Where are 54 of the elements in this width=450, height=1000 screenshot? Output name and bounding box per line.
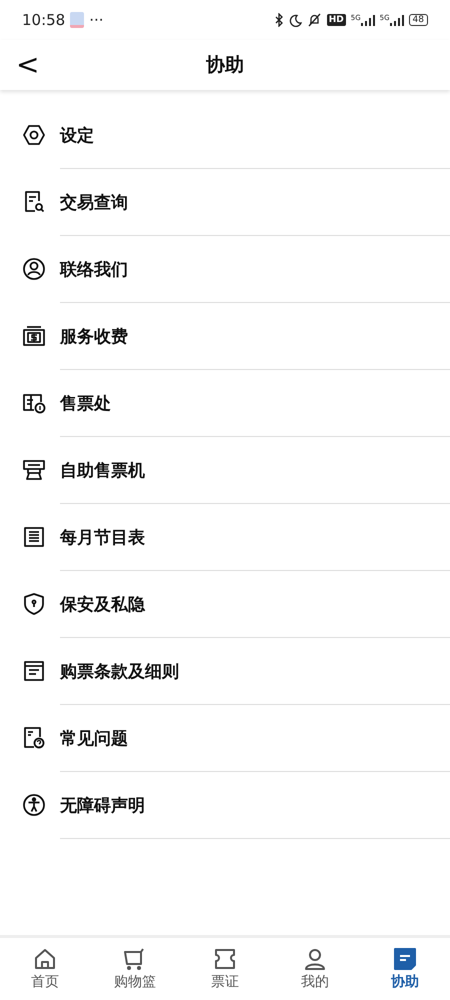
menu-item[interactable]: 售票处: [60, 370, 450, 437]
tab[interactable]: 协助: [360, 938, 450, 1000]
menu-item-label: 设定: [60, 124, 94, 146]
document-search-icon: [22, 190, 46, 214]
signal-icon: [360, 14, 375, 26]
menu-item-label: 每月节目表: [60, 526, 145, 548]
app-icon: [70, 12, 84, 28]
menu-item[interactable]: 每月节目表: [60, 504, 450, 571]
kiosk-icon: [22, 458, 46, 482]
person-circle-icon: [22, 257, 46, 281]
document-question-icon: [22, 726, 46, 750]
menu-item-label: 购票条款及细则: [60, 660, 179, 682]
menu-item-label: 保安及私隐: [60, 594, 145, 616]
bluetooth-icon: [274, 13, 284, 27]
menu-item[interactable]: 常见问题: [60, 705, 450, 772]
tab[interactable]: 购物篮: [90, 938, 180, 1000]
menu-item[interactable]: 自助售票机: [60, 437, 450, 504]
ticket-coin-icon: [22, 391, 46, 415]
menu-item-label: 服务收费: [60, 326, 128, 348]
menu-item-label: 无障碍声明: [60, 794, 145, 816]
menu-item[interactable]: 无障碍声明: [60, 772, 450, 839]
menu-item[interactable]: 设定: [60, 102, 450, 169]
menu-item[interactable]: 交易查询: [60, 169, 450, 236]
menu-item[interactable]: 购票条款及细则: [60, 638, 450, 705]
help-icon: [393, 947, 417, 971]
accessibility-icon: [22, 793, 46, 817]
status-time: 10:58: [22, 11, 66, 29]
money-box-icon: [22, 324, 46, 348]
battery-indicator: 48: [408, 14, 428, 26]
person-icon: [303, 947, 327, 971]
more-indicator: ···: [89, 11, 104, 29]
menu-item[interactable]: 服务收费: [60, 303, 450, 370]
menu-item[interactable]: 联络我们: [60, 236, 450, 303]
menu-item-label: 联络我们: [60, 258, 128, 280]
tab[interactable]: 首页: [0, 938, 90, 1000]
muted-bell-icon: [306, 13, 322, 27]
list-icon: [22, 525, 46, 549]
page-title: 协助: [206, 53, 244, 78]
moon-icon: [288, 14, 302, 26]
menu-item[interactable]: 保安及私隐: [60, 571, 450, 638]
signal-icon: [390, 14, 404, 26]
tab[interactable]: 我的: [270, 938, 360, 1000]
menu-item-label: 售票处: [60, 392, 111, 414]
back-button[interactable]: <: [0, 51, 40, 79]
menu-item-label: 交易查询: [60, 192, 128, 214]
shield-icon: [22, 592, 46, 616]
home-icon: [33, 947, 57, 971]
menu-item-label: 自助售票机: [60, 460, 145, 482]
hd-badge: HD: [326, 14, 346, 26]
menu-item-label: 常见问题: [60, 728, 128, 750]
tab[interactable]: 票证: [180, 938, 270, 1000]
gear-icon: [22, 123, 46, 147]
document-icon: [22, 659, 46, 683]
ticket-icon: [213, 947, 237, 971]
